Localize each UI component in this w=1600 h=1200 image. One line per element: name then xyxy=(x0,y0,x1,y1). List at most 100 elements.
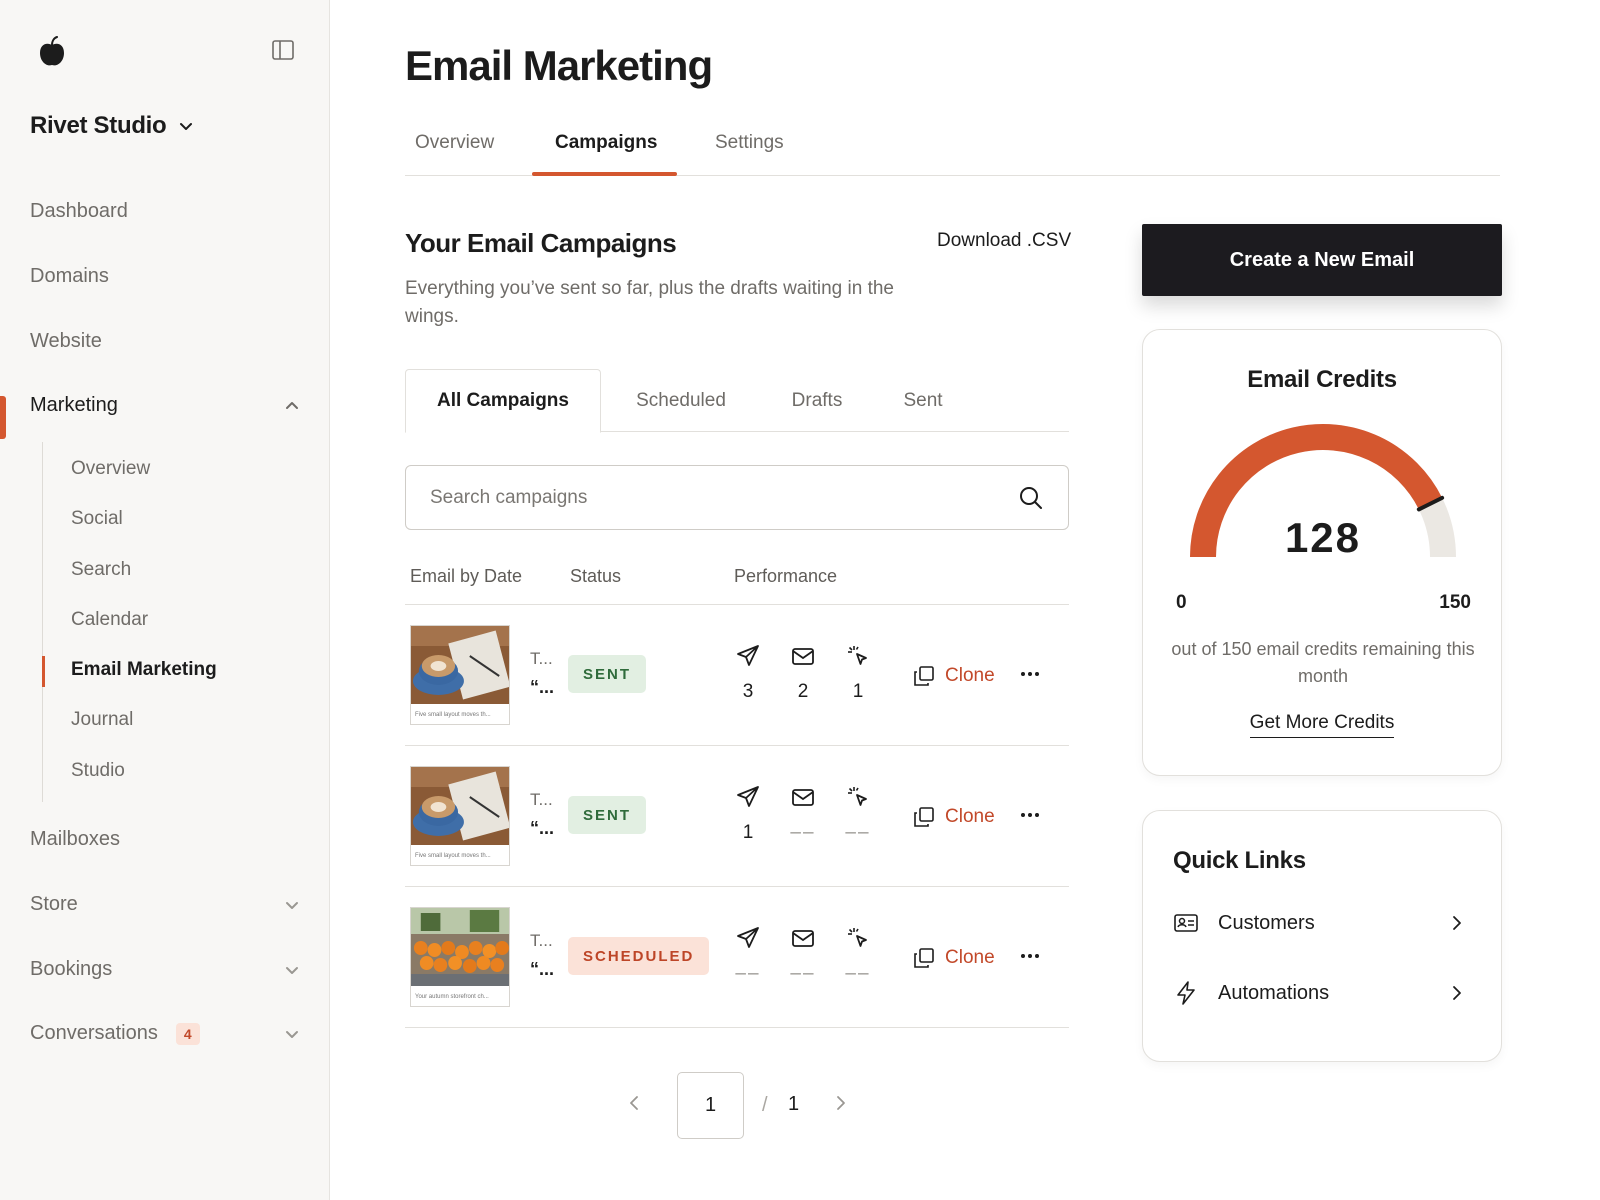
status-badge: SCHEDULED xyxy=(568,937,710,975)
send-icon xyxy=(737,927,759,948)
filter-tab-drafts[interactable]: Drafts xyxy=(765,369,869,432)
tab-campaigns[interactable]: Campaigns xyxy=(555,132,657,154)
get-more-credits-link[interactable]: Get More Credits xyxy=(1143,712,1501,738)
sidebar-item-bookings[interactable]: Bookings xyxy=(30,958,300,981)
sidebar-item-mailboxes[interactable]: Mailboxes xyxy=(30,828,300,851)
search-box xyxy=(405,465,1069,530)
apple-logo-icon[interactable] xyxy=(38,36,66,68)
gauge-min-label: 0 xyxy=(1176,592,1187,613)
chevron-right-icon xyxy=(1453,986,1461,1000)
filter-tab-sent[interactable]: Sent xyxy=(875,369,971,432)
search-input[interactable] xyxy=(430,486,1018,509)
clone-button[interactable]: Clone xyxy=(913,947,995,969)
column-header-date[interactable]: Email by Date xyxy=(410,566,522,587)
page-tabs: Overview Campaigns Settings xyxy=(405,130,1500,176)
chevron-up-icon xyxy=(286,401,298,409)
search-icon[interactable] xyxy=(1018,485,1044,511)
credits-value: 128 xyxy=(1285,514,1361,561)
page-total: 1 xyxy=(788,1093,800,1115)
sidebar-item-dashboard[interactable]: Dashboard xyxy=(30,200,300,223)
tab-overview[interactable]: Overview xyxy=(415,132,494,154)
coffee-photo xyxy=(411,626,509,704)
sidebar-item-website[interactable]: Website xyxy=(30,330,300,353)
sidebar-toggle-icon[interactable] xyxy=(272,40,294,60)
subnav-item-social[interactable]: Social xyxy=(71,508,123,530)
credits-gauge: 128 xyxy=(1190,423,1456,561)
create-email-button[interactable]: Create a New Email xyxy=(1142,224,1502,296)
status-badge: SENT xyxy=(568,655,647,693)
sidebar-item-store[interactable]: Store xyxy=(30,893,300,916)
campaign-thumbnail[interactable]: Five small layout moves th... xyxy=(410,766,510,866)
chevron-down-icon xyxy=(180,123,193,130)
more-options-icon[interactable] xyxy=(1019,667,1041,681)
subnav-item-studio[interactable]: Studio xyxy=(71,760,125,782)
active-tab-underline xyxy=(532,172,677,176)
status-badge: SENT xyxy=(568,796,647,834)
chevron-right-icon xyxy=(1453,916,1461,930)
sidebar-item-conversations[interactable]: Conversations 4 xyxy=(30,1022,300,1045)
column-header-performance[interactable]: Performance xyxy=(734,566,837,587)
subnav-item-overview[interactable]: Overview xyxy=(71,458,150,480)
sidebar: Rivet Studio Dashboard Domains Website M… xyxy=(0,0,330,1200)
clone-label: Clone xyxy=(945,947,995,968)
previous-page-icon[interactable] xyxy=(625,1094,643,1112)
more-options-icon[interactable] xyxy=(1019,808,1041,822)
sidebar-item-domains[interactable]: Domains xyxy=(30,265,300,288)
quick-link-label: Customers xyxy=(1218,911,1315,934)
chevron-down-icon xyxy=(286,1030,298,1038)
mail-icon xyxy=(792,789,814,806)
quick-link-label: Automations xyxy=(1218,981,1330,1004)
subnav-item-journal[interactable]: Journal xyxy=(71,709,133,731)
sidebar-item-label: Bookings xyxy=(30,958,113,980)
sidebar-item-label: Website xyxy=(30,330,102,352)
thumbnail-caption: Your autumn storefront ch... xyxy=(415,994,489,1000)
clone-button[interactable]: Clone xyxy=(913,665,995,687)
campaign-thumbnail[interactable]: Your autumn storefront ch... xyxy=(410,907,510,1007)
get-more-credits-label: Get More Credits xyxy=(1249,712,1395,738)
campaign-title[interactable]: T... xyxy=(530,649,553,669)
quick-link-customers[interactable]: Customers xyxy=(1173,903,1473,943)
thumbnail-caption: Five small layout moves th... xyxy=(415,712,491,718)
copy-icon xyxy=(914,666,934,686)
download-csv-link[interactable]: Download .CSV xyxy=(937,230,1071,252)
campaign-filter-tabs: All Campaigns Scheduled Drafts Sent xyxy=(405,369,1069,433)
campaign-preview: “... xyxy=(530,959,555,979)
clone-button[interactable]: Clone xyxy=(913,806,995,828)
subnav-active-indicator xyxy=(42,656,45,687)
page-title: Email Marketing xyxy=(405,42,713,89)
more-options-icon[interactable] xyxy=(1019,949,1041,963)
thumbnail-caption: Five small layout moves th... xyxy=(415,853,491,859)
filter-tab-scheduled[interactable]: Scheduled xyxy=(605,369,757,432)
tab-settings[interactable]: Settings xyxy=(715,132,784,154)
section-subtitle: Everything you’ve sent so far, plus the … xyxy=(405,278,894,327)
metric-value: 1 xyxy=(742,822,754,843)
chevron-down-icon xyxy=(286,901,298,909)
next-page-icon[interactable] xyxy=(832,1094,850,1112)
column-header-status[interactable]: Status xyxy=(570,566,621,587)
page-number-input[interactable]: 1 xyxy=(677,1072,744,1139)
quick-links-title: Quick Links xyxy=(1173,847,1306,874)
coffee-photo xyxy=(411,767,509,845)
sidebar-item-label: Store xyxy=(30,893,78,915)
subnav-item-email-marketing[interactable]: Email Marketing xyxy=(71,659,217,681)
metric-opened: –– xyxy=(783,784,823,844)
metric-value: 1 xyxy=(852,681,864,702)
metric-value: 3 xyxy=(742,681,754,702)
campaign-thumbnail[interactable]: Five small layout moves th... xyxy=(410,625,510,725)
workspace-switcher[interactable]: Rivet Studio xyxy=(30,112,194,140)
sidebar-item-label: Domains xyxy=(30,265,109,287)
subnav-item-search[interactable]: Search xyxy=(71,559,131,581)
quick-link-automations[interactable]: Automations xyxy=(1173,973,1473,1013)
copy-icon xyxy=(914,807,934,827)
metric-value: –– xyxy=(790,963,816,984)
clone-label: Clone xyxy=(945,806,995,827)
campaign-title[interactable]: T... xyxy=(530,931,553,951)
chevron-down-icon xyxy=(286,966,298,974)
campaign-title[interactable]: T... xyxy=(530,790,553,810)
filter-tab-all[interactable]: All Campaigns xyxy=(405,369,601,433)
campaign-preview: “... xyxy=(530,818,555,838)
email-credits-card: Email Credits 128 0 150 out of 150 email… xyxy=(1142,329,1502,776)
sidebar-item-marketing[interactable]: Marketing xyxy=(30,394,300,417)
mail-icon xyxy=(792,648,814,665)
subnav-item-calendar[interactable]: Calendar xyxy=(71,609,148,631)
